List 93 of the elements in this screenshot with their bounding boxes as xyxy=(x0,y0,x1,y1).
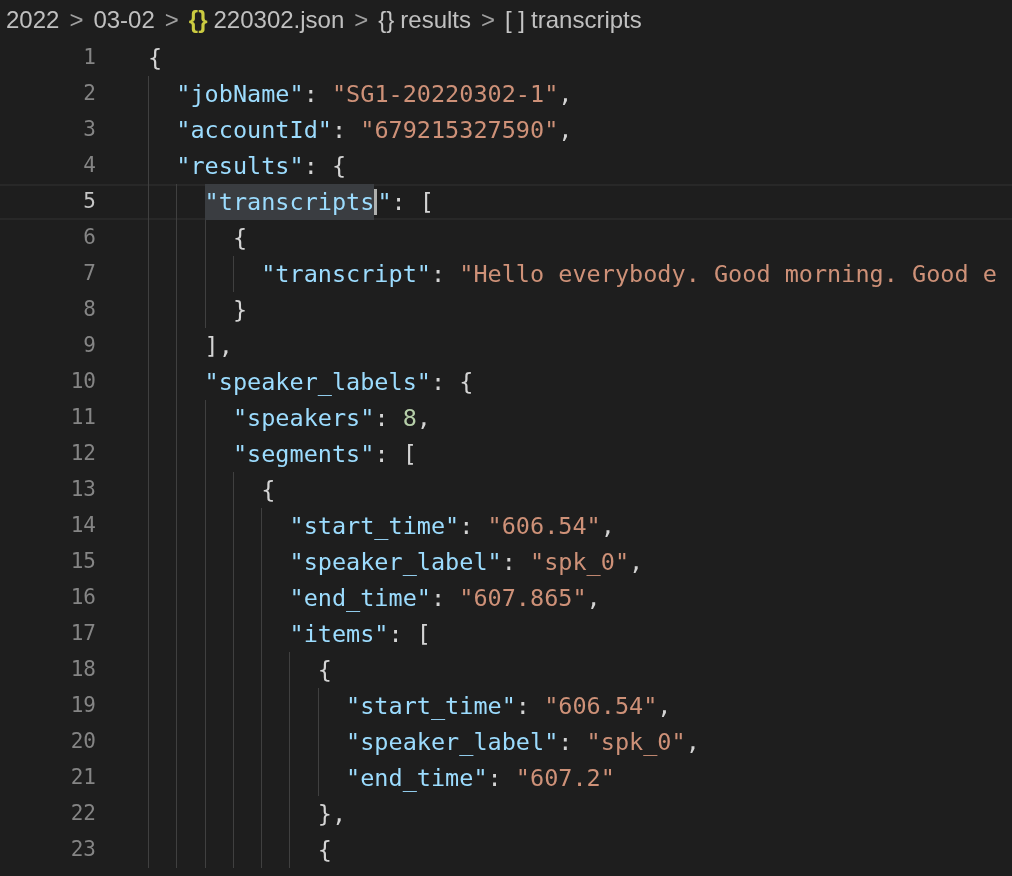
line-number: 3 xyxy=(82,116,96,144)
line-number: 18 xyxy=(69,656,96,684)
line-number: 5 xyxy=(82,188,96,216)
line-number: 19 xyxy=(69,692,96,720)
string-value: "spk_0" xyxy=(586,727,686,758)
punctuation: , xyxy=(586,583,601,614)
punctuation: , xyxy=(685,727,700,758)
string-value: "spk_0" xyxy=(530,547,630,578)
string-value: "SG1-20220302-1" xyxy=(331,79,559,110)
line-number: 7 xyxy=(82,260,96,288)
punctuation: : [ xyxy=(391,187,434,218)
braces-icon: {} xyxy=(378,2,395,38)
json-key: "speaker_labels" xyxy=(204,364,431,400)
json-key: "speaker_label" xyxy=(289,544,502,580)
punctuation: : xyxy=(515,691,531,722)
punctuation: : xyxy=(459,511,475,542)
punctuation: , xyxy=(600,511,615,542)
punctuation: { xyxy=(261,475,276,506)
punctuation: : xyxy=(558,727,574,758)
json-key: "items" xyxy=(289,616,389,652)
text-cursor xyxy=(374,189,378,215)
breadcrumb-separator: > xyxy=(164,5,179,35)
breadcrumb-separator: > xyxy=(481,5,496,35)
breadcrumb-separator: > xyxy=(354,5,369,35)
json-key: " xyxy=(377,184,392,220)
json-key: "transcript" xyxy=(261,256,431,292)
folder-name[interactable]: 2022 xyxy=(6,2,60,38)
json-key: "speakers" xyxy=(232,400,375,436)
line-number: 14 xyxy=(69,512,96,540)
punctuation: : { xyxy=(430,367,474,398)
line-number: 6 xyxy=(82,224,96,252)
line-number: 17 xyxy=(69,620,96,648)
punctuation: : xyxy=(501,547,517,578)
line-number: 12 xyxy=(69,440,96,468)
json-key: "start_time" xyxy=(289,508,460,544)
punctuation: ], xyxy=(204,331,233,362)
number-value: 8 xyxy=(402,403,417,434)
file-name[interactable]: 220302.json xyxy=(213,2,345,38)
json-key: "results" xyxy=(176,148,304,184)
json-key: "end_time" xyxy=(289,580,431,616)
punctuation: , xyxy=(558,79,573,110)
punctuation: : xyxy=(331,115,348,146)
line-number: 2 xyxy=(82,80,96,108)
punctuation: , xyxy=(558,115,573,146)
json-key: "speaker_label" xyxy=(346,724,559,760)
json-key: "start_time" xyxy=(346,688,516,724)
punctuation: }, xyxy=(317,799,347,830)
punctuation: { xyxy=(317,835,332,866)
string-value: "607.2" xyxy=(515,763,615,794)
symbol-name[interactable]: results xyxy=(400,2,471,38)
line-number: 13 xyxy=(69,476,96,504)
line-number: 23 xyxy=(69,836,96,864)
line-number: 4 xyxy=(82,152,96,180)
line-number: 1 xyxy=(82,44,96,72)
line-number: 21 xyxy=(69,764,96,792)
punctuation: : [ xyxy=(388,619,431,650)
line-number: 20 xyxy=(69,728,96,756)
punctuation: : xyxy=(487,763,503,794)
punctuation: , xyxy=(416,403,431,434)
json-key: "transcripts xyxy=(204,184,375,220)
punctuation: : xyxy=(430,259,447,290)
braces-icon: {} xyxy=(188,2,208,38)
punctuation: : { xyxy=(303,151,347,182)
breadcrumb-separator: > xyxy=(69,5,84,35)
json-key: "jobName" xyxy=(176,76,304,112)
line-number: 16 xyxy=(69,584,96,612)
punctuation: , xyxy=(629,547,644,578)
string-value: "679215327590" xyxy=(360,115,559,146)
string-value: "606.54" xyxy=(544,691,658,722)
punctuation: { xyxy=(317,655,332,686)
json-key: "end_time" xyxy=(346,760,488,796)
json-key: "accountId" xyxy=(176,112,332,148)
symbol-name[interactable]: transcripts xyxy=(531,2,642,38)
line-number: 8 xyxy=(82,296,96,324)
line-number: 9 xyxy=(82,332,96,360)
punctuation: { xyxy=(148,43,163,74)
punctuation: : xyxy=(430,583,447,614)
string-value: "606.54" xyxy=(487,511,601,542)
json-key: "segments" xyxy=(232,436,375,472)
line-number: 11 xyxy=(69,404,96,432)
line-number: 22 xyxy=(69,800,96,828)
punctuation: , xyxy=(657,691,672,722)
punctuation: : xyxy=(374,403,390,434)
folder-name[interactable]: 03-02 xyxy=(93,2,155,38)
line-number: 10 xyxy=(69,368,96,396)
string-value: "607.865" xyxy=(459,583,587,614)
punctuation: } xyxy=(232,295,248,326)
line-number: 15 xyxy=(69,548,96,576)
brackets-icon: [ ] xyxy=(505,2,526,38)
punctuation: : [ xyxy=(374,439,417,470)
punctuation: { xyxy=(232,223,248,254)
punctuation: : xyxy=(303,79,319,110)
string-value: "Hello everybody. Good morning. Good e xyxy=(459,259,997,290)
